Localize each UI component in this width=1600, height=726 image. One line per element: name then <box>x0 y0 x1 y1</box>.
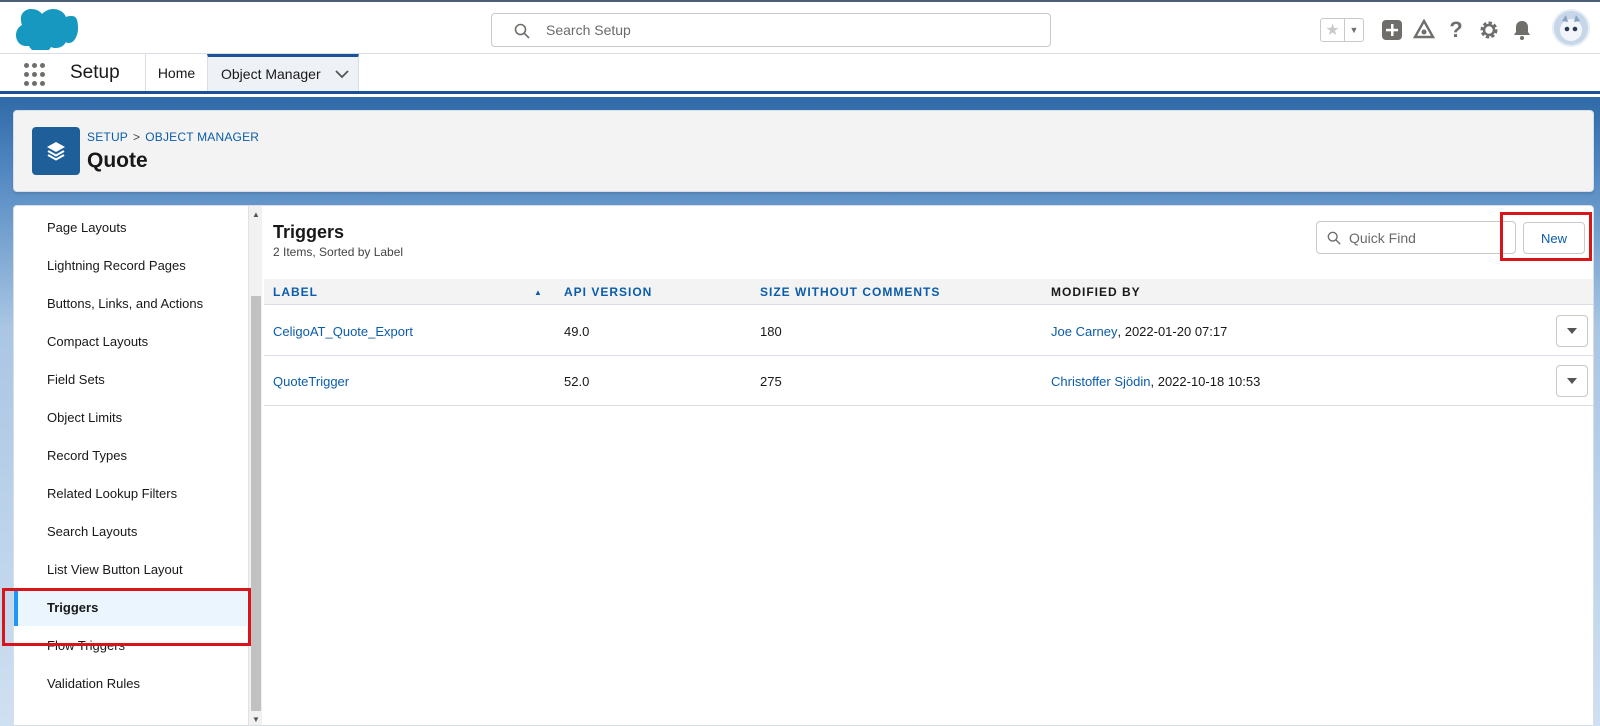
section-subtitle: 2 Items, Sorted by Label <box>273 245 404 259</box>
chevron-down-icon[interactable]: ▼ <box>1345 19 1363 41</box>
modified-date: , 2022-10-18 10:53 <box>1150 373 1261 389</box>
section-title: Triggers <box>273 222 345 242</box>
quick-find-input[interactable] <box>1349 222 1509 253</box>
tab-home[interactable]: Home <box>145 54 207 91</box>
modified-date: , 2022-01-20 07:17 <box>1117 323 1228 339</box>
sidebar: Page Layouts Lightning Record Pages Butt… <box>14 206 247 725</box>
global-header: ★ ▼ ? <box>0 0 1600 54</box>
scroll-down-icon[interactable]: ▼ <box>249 713 263 725</box>
row-actions-button[interactable] <box>1556 315 1588 347</box>
quick-find[interactable] <box>1316 221 1516 254</box>
breadcrumb-object-manager[interactable]: OBJECT MANAGER <box>145 130 259 144</box>
sidebar-item-search-layouts[interactable]: Search Layouts <box>14 512 247 550</box>
column-header-label[interactable]: LABEL <box>273 279 318 305</box>
sidebar-item-page-layouts[interactable]: Page Layouts <box>14 208 247 246</box>
scroll-thumb[interactable] <box>251 296 261 711</box>
chevron-down-icon <box>1567 328 1577 334</box>
avatar[interactable] <box>1552 9 1590 47</box>
search-icon <box>514 23 530 39</box>
size-cell: 275 <box>760 373 782 389</box>
column-header-modified-by: MODIFIED BY <box>1051 285 1141 299</box>
trailhead-icon[interactable] <box>1412 18 1436 42</box>
modified-by-link[interactable]: Joe Carney <box>1051 324 1117 339</box>
row-actions-button[interactable] <box>1556 365 1588 397</box>
api-version-cell: 52.0 <box>564 373 590 389</box>
setup-search[interactable] <box>491 13 1051 47</box>
salesforce-logo[interactable] <box>16 8 78 53</box>
table-row: CeligoAT_Quote_Export 49.0 180 Joe Carne… <box>264 306 1593 356</box>
gear-icon[interactable] <box>1477 18 1501 42</box>
breadcrumb: SETUP > OBJECT MANAGER <box>87 130 259 144</box>
sidebar-scrollbar[interactable]: ▲ ▼ <box>248 206 263 725</box>
chevron-down-icon[interactable] <box>334 69 349 79</box>
sort-ascending-icon[interactable]: ▲ <box>534 288 542 297</box>
table-row: QuoteTrigger 52.0 275 Christoffer Sjödin… <box>264 356 1593 406</box>
trigger-label-link[interactable]: QuoteTrigger <box>273 374 349 389</box>
scroll-up-icon[interactable]: ▲ <box>249 208 263 220</box>
api-version-cell: 49.0 <box>564 323 590 339</box>
add-icon[interactable] <box>1380 18 1404 42</box>
highlight-new-button <box>1500 212 1592 261</box>
object-header: SETUP > OBJECT MANAGER Quote <box>13 110 1594 192</box>
layers-icon <box>32 127 80 175</box>
table-header: LABEL ▲ API VERSION SIZE WITHOUT COMMENT… <box>264 279 1593 305</box>
column-header-api-version[interactable]: API VERSION <box>564 279 652 305</box>
main-panel: Page Layouts Lightning Record Pages Butt… <box>13 205 1594 726</box>
app-launcher-icon[interactable] <box>24 63 48 87</box>
highlight-triggers-item <box>2 588 251 646</box>
sidebar-item-buttons-links-actions[interactable]: Buttons, Links, and Actions <box>14 284 247 322</box>
sidebar-item-record-types[interactable]: Record Types <box>14 436 247 474</box>
sidebar-item-list-view-button-layout[interactable]: List View Button Layout <box>14 550 247 588</box>
favorites-group[interactable]: ★ ▼ <box>1320 18 1364 42</box>
star-icon[interactable]: ★ <box>1321 19 1345 41</box>
sidebar-item-lightning-record-pages[interactable]: Lightning Record Pages <box>14 246 247 284</box>
help-icon[interactable]: ? <box>1444 17 1468 42</box>
tab-object-manager-label: Object Manager <box>221 66 321 82</box>
search-icon <box>1327 231 1341 245</box>
sidebar-item-related-lookup-filters[interactable]: Related Lookup Filters <box>14 474 247 512</box>
search-input[interactable] <box>546 14 1026 46</box>
breadcrumb-separator: > <box>133 130 141 144</box>
app-name: Setup <box>70 62 120 83</box>
sidebar-item-validation-rules[interactable]: Validation Rules <box>14 664 247 702</box>
sidebar-item-object-limits[interactable]: Object Limits <box>14 398 247 436</box>
size-cell: 180 <box>760 323 782 339</box>
triggers-content: Triggers 2 Items, Sorted by Label New LA… <box>264 206 1593 725</box>
sidebar-item-compact-layouts[interactable]: Compact Layouts <box>14 322 247 360</box>
trigger-label-link[interactable]: CeligoAT_Quote_Export <box>273 324 413 339</box>
chevron-down-icon <box>1567 378 1577 384</box>
page-title: Quote <box>87 149 148 172</box>
tab-object-manager[interactable]: Object Manager <box>207 54 359 91</box>
column-header-size[interactable]: SIZE WITHOUT COMMENTS <box>760 279 940 305</box>
breadcrumb-setup[interactable]: SETUP <box>87 130 128 144</box>
modified-by-link[interactable]: Christoffer Sjödin <box>1051 374 1150 389</box>
sidebar-item-field-sets[interactable]: Field Sets <box>14 360 247 398</box>
bell-icon[interactable] <box>1510 18 1534 42</box>
app-nav-bar: Setup Home Object Manager <box>0 54 1600 94</box>
